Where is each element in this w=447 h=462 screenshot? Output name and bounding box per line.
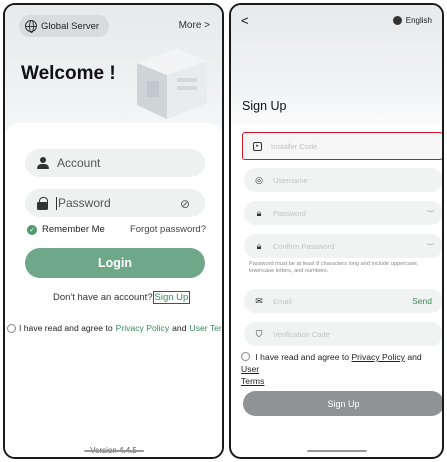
globe-icon <box>392 16 402 25</box>
account-input[interactable]: Account <box>25 149 205 177</box>
password-placeholder: Password <box>273 208 306 218</box>
lock-icon <box>37 196 48 210</box>
and-text: and <box>172 323 187 333</box>
no-account-row: Don't have an account? Sign Up <box>53 291 191 304</box>
language-label: English <box>405 16 432 25</box>
verification-code-input[interactable]: ⛉ Verification Code <box>244 322 442 346</box>
agree-radio[interactable] <box>7 323 16 333</box>
eye-closed-icon[interactable]: ︶ <box>427 242 434 252</box>
login-screen: Global Server More > Welcome ! Account P… <box>3 3 224 459</box>
text-cursor <box>56 197 57 211</box>
server-label: Global Server <box>41 20 100 32</box>
password-placeholder: Password <box>58 195 111 210</box>
forgot-password-link[interactable]: Forgot password? <box>130 224 206 235</box>
user-terms-link[interactable]: User Terms <box>241 364 264 386</box>
welcome-title: Welcome ! <box>21 63 116 84</box>
email-placeholder: Email <box>273 296 292 306</box>
account-placeholder: Account <box>57 156 101 170</box>
person-icon <box>37 157 49 169</box>
lock-icon: 🔒︎ <box>256 240 262 251</box>
user-terms-word-2: Terms <box>241 376 265 386</box>
remember-label: Remember Me <box>42 224 105 235</box>
home-indicator <box>83 449 144 452</box>
agree-prefix: I have read and agree to <box>255 352 350 362</box>
no-account-text: Don't have an account? <box>53 292 153 303</box>
privacy-policy-link[interactable]: Privacy Policy <box>116 323 169 333</box>
agree-prefix: I have read and agree to <box>19 323 113 333</box>
globe-icon <box>25 20 37 33</box>
privacy-policy-link[interactable]: Privacy Policy <box>351 352 404 362</box>
remember-me-checkbox[interactable]: ✓ Remember Me <box>27 224 105 235</box>
email-input[interactable]: ✉ Email Send <box>244 289 442 313</box>
eye-closed-icon[interactable]: ︶ <box>427 209 434 219</box>
user-terms-word-1: User <box>241 364 260 374</box>
password-input[interactable]: Password ⊘ <box>25 189 205 217</box>
agree-terms-row: I have read and agree to Privacy Policy … <box>241 351 441 387</box>
installer-code-input[interactable]: ▸ Installer Code <box>242 132 442 160</box>
shield-check-icon: ⛉ <box>255 328 263 339</box>
user-terms-link[interactable]: User Terms <box>189 323 222 333</box>
eye-off-icon[interactable]: ⊘ <box>180 197 193 211</box>
agree-radio[interactable] <box>241 352 250 361</box>
building-illustration <box>137 48 207 119</box>
password-input[interactable]: 🔒︎ Password ︶ <box>244 201 442 225</box>
confirm-password-input[interactable]: 🔒︎ Confirm Password ︶ <box>244 234 442 258</box>
username-placeholder: Username <box>273 175 308 185</box>
login-button[interactable]: Login <box>25 248 205 278</box>
signup-screen: < English Sign Up ▸ Installer Code ◎ Use… <box>229 3 444 459</box>
server-selector[interactable]: Global Server <box>19 15 110 37</box>
installer-code-placeholder: Installer Code <box>271 141 318 151</box>
verification-code-placeholder: Verification Code <box>273 329 330 339</box>
password-hint: Password must be at least 8 characters l… <box>249 261 419 274</box>
more-link[interactable]: More > <box>179 20 210 31</box>
user-circle-icon: ◎ <box>255 174 263 185</box>
home-indicator <box>306 449 367 452</box>
username-input[interactable]: ◎ Username <box>244 168 442 192</box>
send-code-button[interactable]: Send <box>412 296 432 306</box>
signup-button[interactable]: Sign Up <box>243 391 442 416</box>
page-title: Sign Up <box>242 99 287 113</box>
and-text: and <box>407 352 422 362</box>
agree-terms-row: I have read and agree to Privacy Policy … <box>7 323 222 333</box>
check-icon: ✓ <box>27 224 37 235</box>
login-hero-banner: Global Server More > Welcome ! <box>5 5 222 130</box>
lock-icon: 🔒︎ <box>256 207 262 218</box>
signup-link[interactable]: Sign Up <box>152 291 191 304</box>
language-selector[interactable]: English <box>392 16 432 25</box>
confirm-password-placeholder: Confirm Password <box>273 241 335 251</box>
mail-icon: ✉ <box>255 295 263 306</box>
back-button[interactable]: < <box>241 13 249 28</box>
terminal-icon: ▸ <box>253 141 262 151</box>
